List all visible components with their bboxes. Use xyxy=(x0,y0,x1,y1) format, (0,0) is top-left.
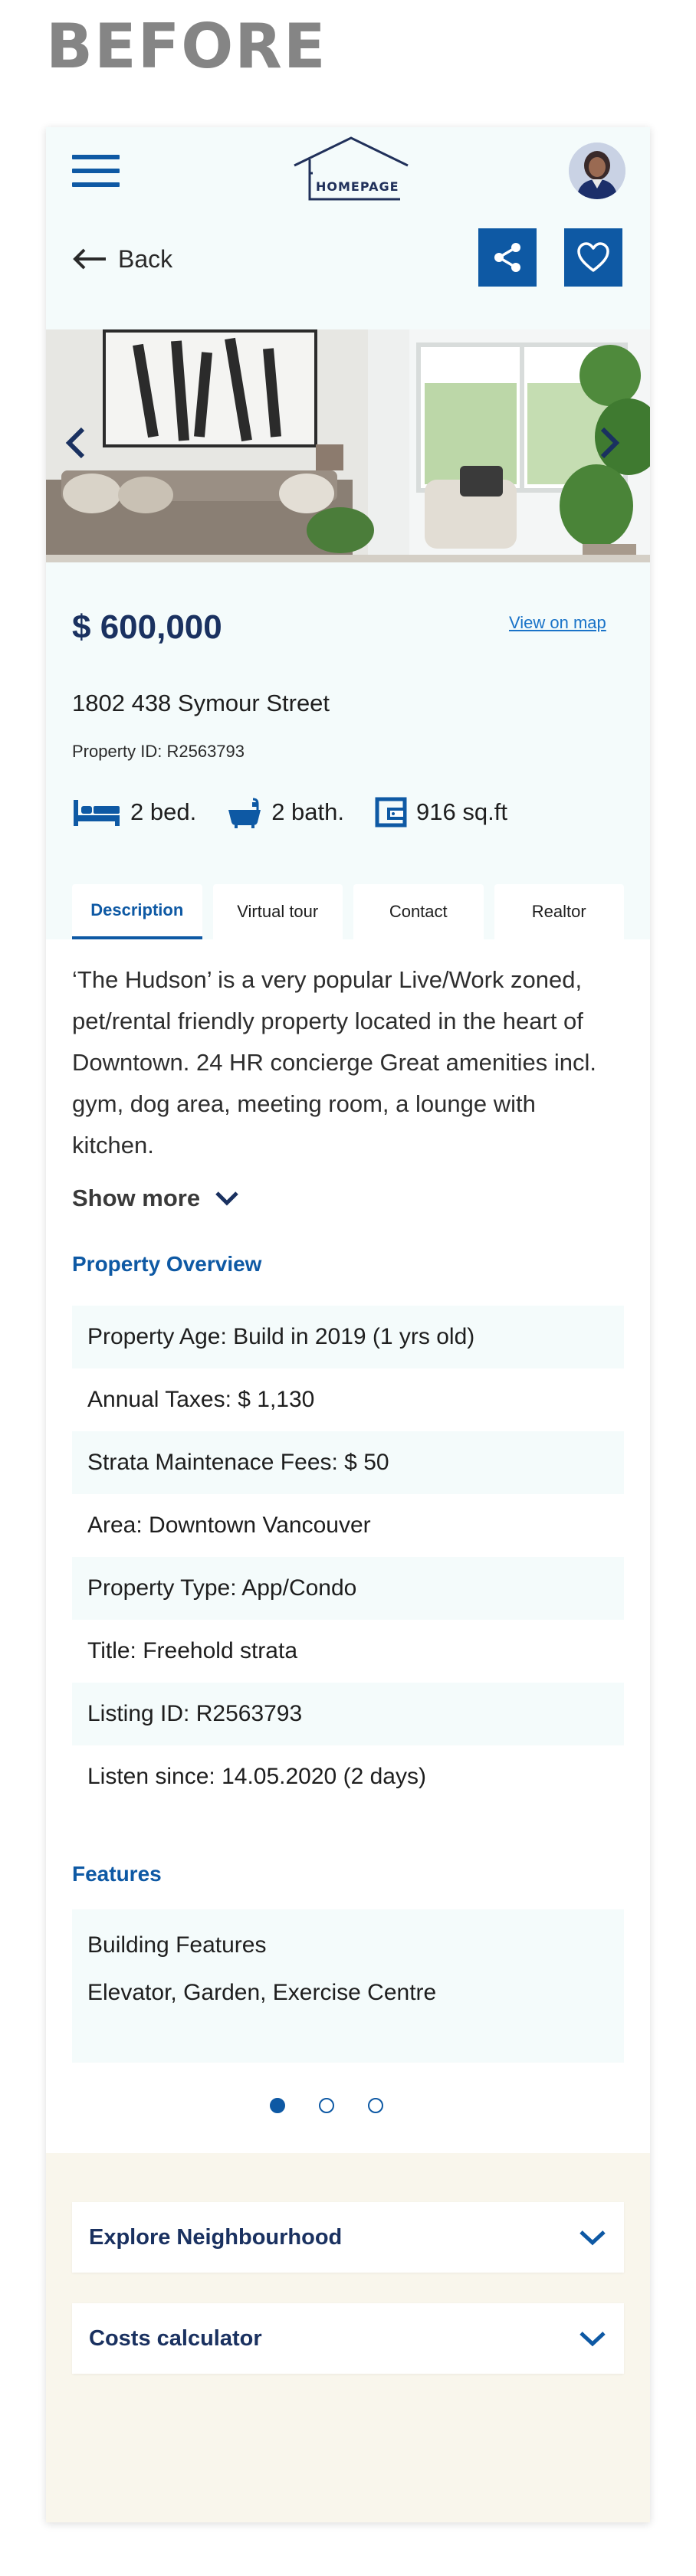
pagination-dot-3[interactable] xyxy=(368,2098,383,2113)
feature-heading: Building Features xyxy=(87,1932,267,1958)
property-overview-list: Property Age: Build in 2019 (1 yrs old) … xyxy=(72,1306,624,1808)
area-icon xyxy=(375,797,407,828)
costs-calculator-accordion[interactable]: Costs calculator xyxy=(72,2303,624,2374)
show-more-label: Show more xyxy=(72,1185,201,1211)
tab-contact[interactable]: Contact xyxy=(353,884,484,939)
chevron-down-icon xyxy=(579,2230,606,2246)
back-label: Back xyxy=(118,244,173,273)
accordion-label: Costs calculator xyxy=(89,2325,262,2351)
spec-baths-text: 2 bath. xyxy=(271,798,345,825)
chevron-down-icon xyxy=(579,2332,606,2347)
heart-icon xyxy=(577,242,609,272)
pagination-dot-1[interactable] xyxy=(270,2098,285,2113)
tab-description[interactable]: Description xyxy=(72,884,202,939)
back-arrow-icon xyxy=(73,248,106,270)
chevron-right-icon[interactable] xyxy=(595,420,625,466)
chevron-left-icon[interactable] xyxy=(60,420,90,466)
logo[interactable]: HOMEPAGE xyxy=(293,135,409,204)
spec-area: 916 sq.ft xyxy=(375,797,507,828)
back-link[interactable]: Back xyxy=(72,236,172,282)
address: 1802 438 Symour Street xyxy=(72,690,330,716)
description-panel: ‘The Hudson’ is a very popular Live/Work… xyxy=(46,939,650,2153)
overview-row: Property Type: App/Condo xyxy=(72,1557,624,1620)
header: HOMEPAGE Back xyxy=(46,127,650,329)
spec-beds: 2 bed. xyxy=(72,797,196,828)
pagination-dot-2[interactable] xyxy=(319,2098,334,2113)
overview-row: Listing ID: R2563793 xyxy=(72,1683,624,1745)
features-pagination xyxy=(270,2098,417,2113)
tab-realtor[interactable]: Realtor xyxy=(494,884,624,939)
overview-row: Area: Downtown Vancouver xyxy=(87,1512,371,1538)
listing-tabs: Description Virtual tour Contact Realtor xyxy=(72,884,624,939)
description-text: ‘The Hudson’ is a very popular Live/Work… xyxy=(72,966,597,1159)
feature-value: Elevator, Garden, Exercise Centre xyxy=(87,1980,437,2005)
view-on-map-link[interactable]: View on map xyxy=(509,613,606,633)
spec-area-text: 916 sq.ft xyxy=(416,798,507,825)
tab-virtual-tour[interactable]: Virtual tour xyxy=(212,884,343,939)
features-title: Features xyxy=(72,1862,162,1886)
menu-icon[interactable] xyxy=(72,155,120,187)
overview-row: Property Age: Build in 2019 (1 yrs old) xyxy=(72,1306,624,1368)
property-photo-carousel[interactable] xyxy=(46,329,650,562)
bed-icon xyxy=(74,800,120,826)
bath-icon xyxy=(228,798,261,828)
accordion-label: Explore Neighbourhood xyxy=(89,2224,343,2250)
overview-row: Title: Freehold strata xyxy=(87,1638,297,1663)
share-icon xyxy=(494,243,520,272)
features-card[interactable]: Building Features Elevator, Garden, Exer… xyxy=(72,1909,624,2063)
spec-baths: 2 bath. xyxy=(227,796,344,828)
overview-row: Listen since: 14.05.2020 (2 days) xyxy=(87,1764,426,1789)
mobile-screen: HOMEPAGE Back $ 600,000 View on map 1802… xyxy=(46,127,650,2522)
overview-row: Strata Maintenace Fees: $ 50 xyxy=(72,1431,624,1494)
price: $ 600,000 xyxy=(72,608,222,646)
avatar[interactable] xyxy=(569,143,625,199)
property-specs: 2 bed. 2 bath. 916 sq.ft xyxy=(72,789,538,835)
property-photo xyxy=(46,329,650,562)
spec-beds-text: 2 bed. xyxy=(130,798,197,825)
overview-row: Annual Taxes: $ 1,130 xyxy=(87,1387,315,1412)
chevron-down-icon xyxy=(215,1191,238,1206)
before-heading: BEFORE xyxy=(46,11,327,82)
favorite-button[interactable] xyxy=(564,228,622,287)
logo-text: HOMEPAGE xyxy=(316,179,399,194)
explore-neighbourhood-accordion[interactable]: Explore Neighbourhood xyxy=(72,2202,624,2273)
show-more-button[interactable]: Show more xyxy=(72,1180,240,1217)
property-overview-title: Property Overview xyxy=(72,1252,262,1276)
share-button[interactable] xyxy=(478,228,537,287)
property-id: Property ID: R2563793 xyxy=(72,742,245,761)
